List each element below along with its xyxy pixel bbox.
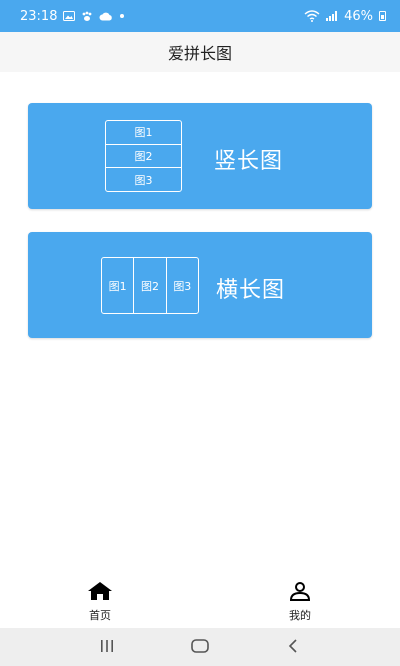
horizontal-card-label: 横长图 — [216, 278, 286, 303]
vertical-layout-preview: 图1 图2 图3 — [105, 120, 182, 192]
gallery-icon — [63, 11, 76, 21]
back-icon — [287, 638, 299, 657]
nav-item-mine[interactable]: 我的 — [200, 576, 400, 628]
preview-cell-1: 图1 — [108, 279, 127, 293]
nav-home-label: 首页 — [89, 609, 111, 622]
notification-dot-icon — [119, 13, 125, 19]
screen: 23:18 46% 爱拼长图 图1 图2 图3 竖长图 图1 图2 图3 横长图… — [0, 0, 400, 666]
vertical-long-image-card[interactable]: 图1 图2 图3 竖长图 — [28, 103, 372, 209]
preview-cell-2: 图2 — [133, 258, 165, 313]
home-button-icon — [191, 638, 209, 657]
battery-icon — [379, 11, 386, 21]
system-nav-bar — [0, 628, 400, 666]
status-time: 23:18 — [20, 8, 58, 24]
person-icon — [288, 581, 312, 605]
page-title: 爱拼长图 — [167, 44, 232, 63]
vertical-card-label: 竖长图 — [214, 149, 284, 174]
back-button[interactable] — [273, 632, 313, 662]
app-header: 爱拼长图 — [0, 32, 400, 72]
paw-icon — [81, 11, 93, 22]
horizontal-layout-preview: 图1 图2 图3 — [101, 257, 199, 314]
battery-percent: 46% — [344, 8, 373, 24]
preview-cell-2: 图2 — [106, 143, 181, 168]
nav-item-home[interactable]: 首页 — [0, 576, 200, 628]
status-left: 23:18 — [20, 9, 125, 24]
signal-icon — [326, 11, 338, 21]
cloud-icon — [99, 12, 113, 21]
preview-cell-3: 图3 — [165, 258, 198, 313]
status-bar: 23:18 46% — [0, 0, 400, 32]
preview-cell-1: 图1 — [134, 126, 153, 140]
recents-button[interactable] — [87, 632, 127, 662]
horizontal-long-image-card[interactable]: 图1 图2 图3 横长图 — [28, 232, 372, 338]
status-right: 46% — [304, 9, 386, 24]
home-button[interactable] — [180, 632, 220, 662]
preview-cell-3: 图3 — [106, 167, 181, 191]
home-icon — [87, 581, 113, 605]
nav-mine-label: 我的 — [289, 609, 311, 622]
wifi-icon — [304, 10, 320, 22]
bottom-nav: 首页 我的 — [0, 576, 400, 628]
recents-icon — [99, 638, 115, 657]
